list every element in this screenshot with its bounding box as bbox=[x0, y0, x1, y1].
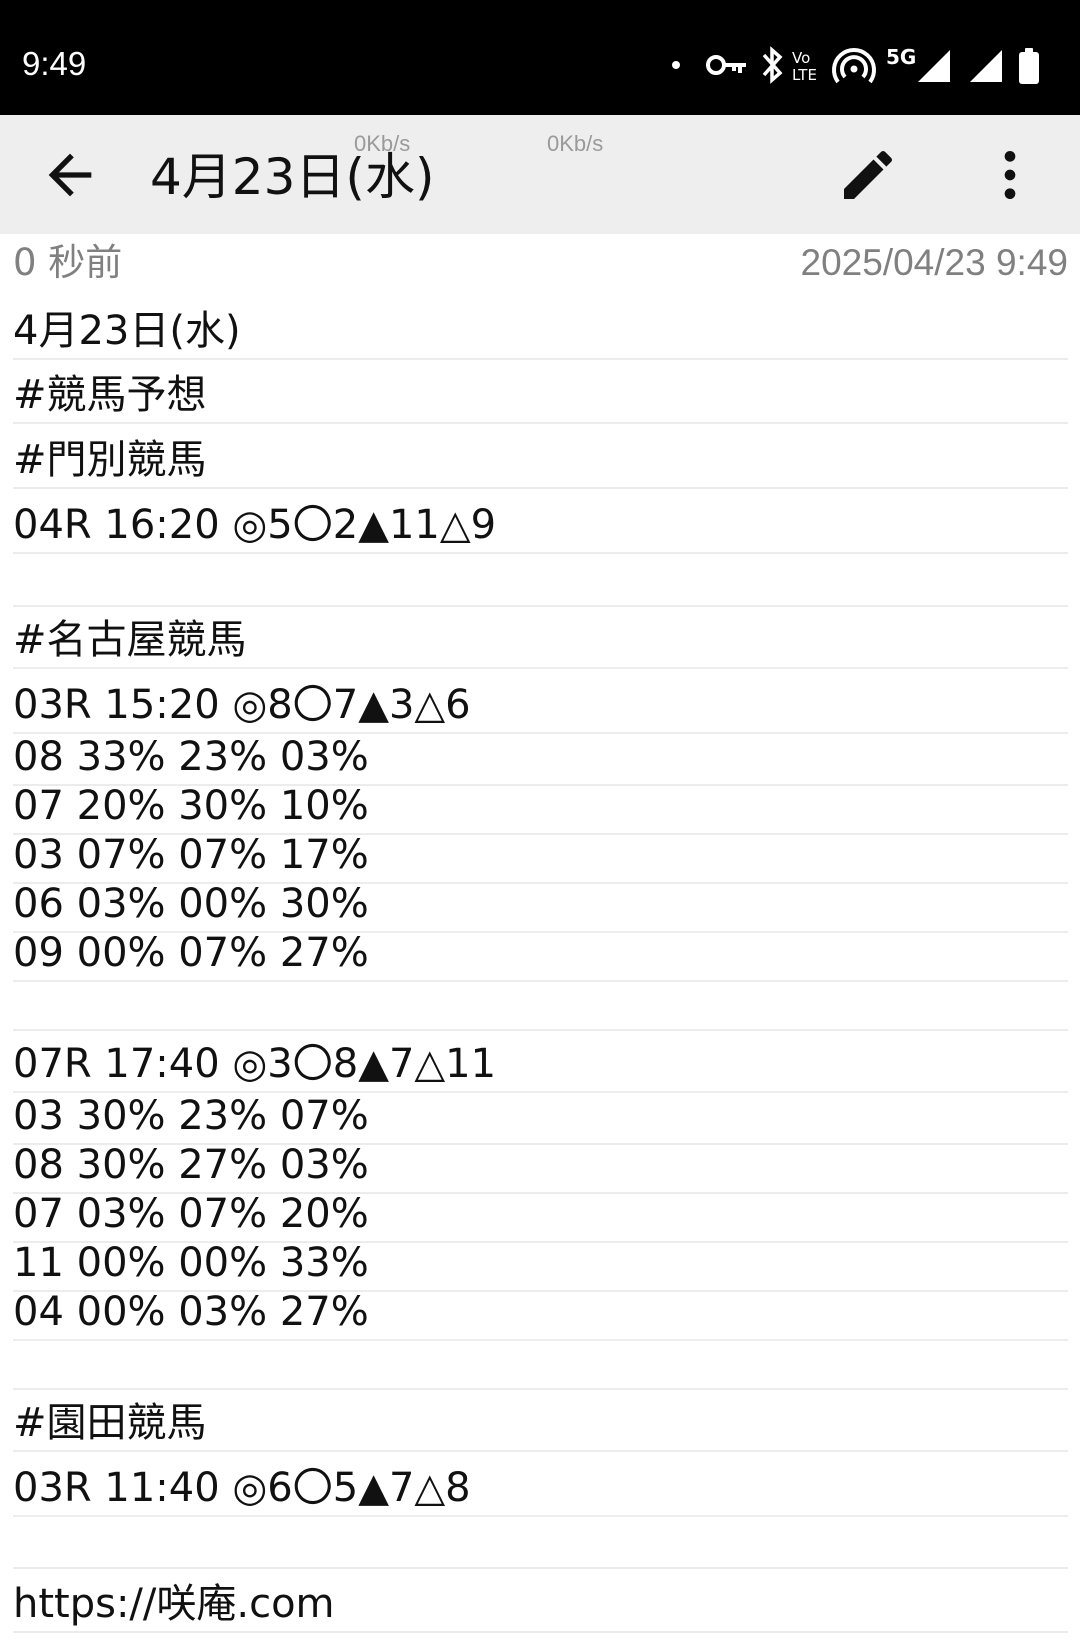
note-line: 07 20% 30% 10% bbox=[13, 783, 1068, 835]
note-body[interactable]: 4月23日(水) #競馬予想 #門別競馬 04R 16:20 ◎5〇2▲11△9… bbox=[0, 0, 1080, 1651]
note-line-text: #競馬予想 bbox=[13, 372, 207, 418]
note-line-text: 03 30% 23% 07% bbox=[13, 1093, 369, 1139]
note-line-text: 08 33% 23% 03% bbox=[13, 734, 369, 780]
note-line bbox=[13, 554, 1068, 607]
memo-app-screen: 9:49 Vo LTE 5G 4月23日(水) 0Kb/s 0Kb/s 0 秒前… bbox=[0, 0, 1080, 1651]
note-line-text: 04R 16:20 ◎5〇2▲11△9 bbox=[13, 502, 497, 548]
note-line-text: #名古屋競馬 bbox=[13, 617, 247, 663]
note-line bbox=[13, 1341, 1068, 1390]
note-line-text: 03R 11:40 ◎6〇5▲7△8 bbox=[13, 1465, 471, 1511]
note-line-text: 07 20% 30% 10% bbox=[13, 783, 369, 829]
note-line-text: 03R 15:20 ◎8〇7▲3△6 bbox=[13, 682, 471, 728]
note-link-line: https://咲庵.com bbox=[13, 1569, 1068, 1633]
note-line: 07R 17:40 ◎3〇8▲7△11 bbox=[13, 1031, 1068, 1093]
note-line: 04R 16:20 ◎5〇2▲11△9 bbox=[13, 489, 1068, 554]
note-line: 06 03% 00% 30% bbox=[13, 881, 1068, 933]
note-line: 09 00% 07% 27% bbox=[13, 930, 1068, 982]
note-line: #門別競馬 bbox=[13, 424, 1068, 489]
note-line: 04 00% 03% 27% bbox=[13, 1289, 1068, 1341]
note-line: 11 00% 00% 33% bbox=[13, 1240, 1068, 1292]
note-line: 03 07% 07% 17% bbox=[13, 832, 1068, 884]
note-line-text: 06 03% 00% 30% bbox=[13, 881, 369, 927]
note-line: 03R 11:40 ◎6〇5▲7△8 bbox=[13, 1452, 1068, 1517]
note-line-text: 04 00% 03% 27% bbox=[13, 1289, 369, 1335]
note-line: #園田競馬 bbox=[13, 1390, 1068, 1452]
note-line: 4月23日(水) bbox=[13, 296, 1068, 360]
note-line: #競馬予想 bbox=[13, 360, 1068, 424]
note-line bbox=[13, 982, 1068, 1031]
note-line-text: 4月23日(水) bbox=[13, 308, 241, 354]
note-line-text: 08 30% 27% 03% bbox=[13, 1142, 369, 1188]
note-line: 03R 15:20 ◎8〇7▲3△6 bbox=[13, 669, 1068, 734]
note-line-text: 09 00% 07% 27% bbox=[13, 930, 369, 976]
note-line: 03 30% 23% 07% bbox=[13, 1093, 1068, 1145]
note-line bbox=[13, 1517, 1068, 1569]
note-line-text: 07 03% 07% 20% bbox=[13, 1191, 369, 1237]
note-line-text: #園田競馬 bbox=[13, 1400, 207, 1446]
note-line: 07 03% 07% 20% bbox=[13, 1191, 1068, 1243]
note-line: 08 30% 27% 03% bbox=[13, 1142, 1068, 1194]
note-line-text: 11 00% 00% 33% bbox=[13, 1240, 369, 1286]
note-line: #名古屋競馬 bbox=[13, 607, 1068, 669]
note-line-text: 03 07% 07% 17% bbox=[13, 832, 369, 878]
note-line: 08 33% 23% 03% bbox=[13, 734, 1068, 786]
note-line-text: 07R 17:40 ◎3〇8▲7△11 bbox=[13, 1041, 497, 1087]
note-link-text[interactable]: https://咲庵.com bbox=[13, 1579, 335, 1629]
note-line-text: #門別競馬 bbox=[13, 437, 207, 483]
